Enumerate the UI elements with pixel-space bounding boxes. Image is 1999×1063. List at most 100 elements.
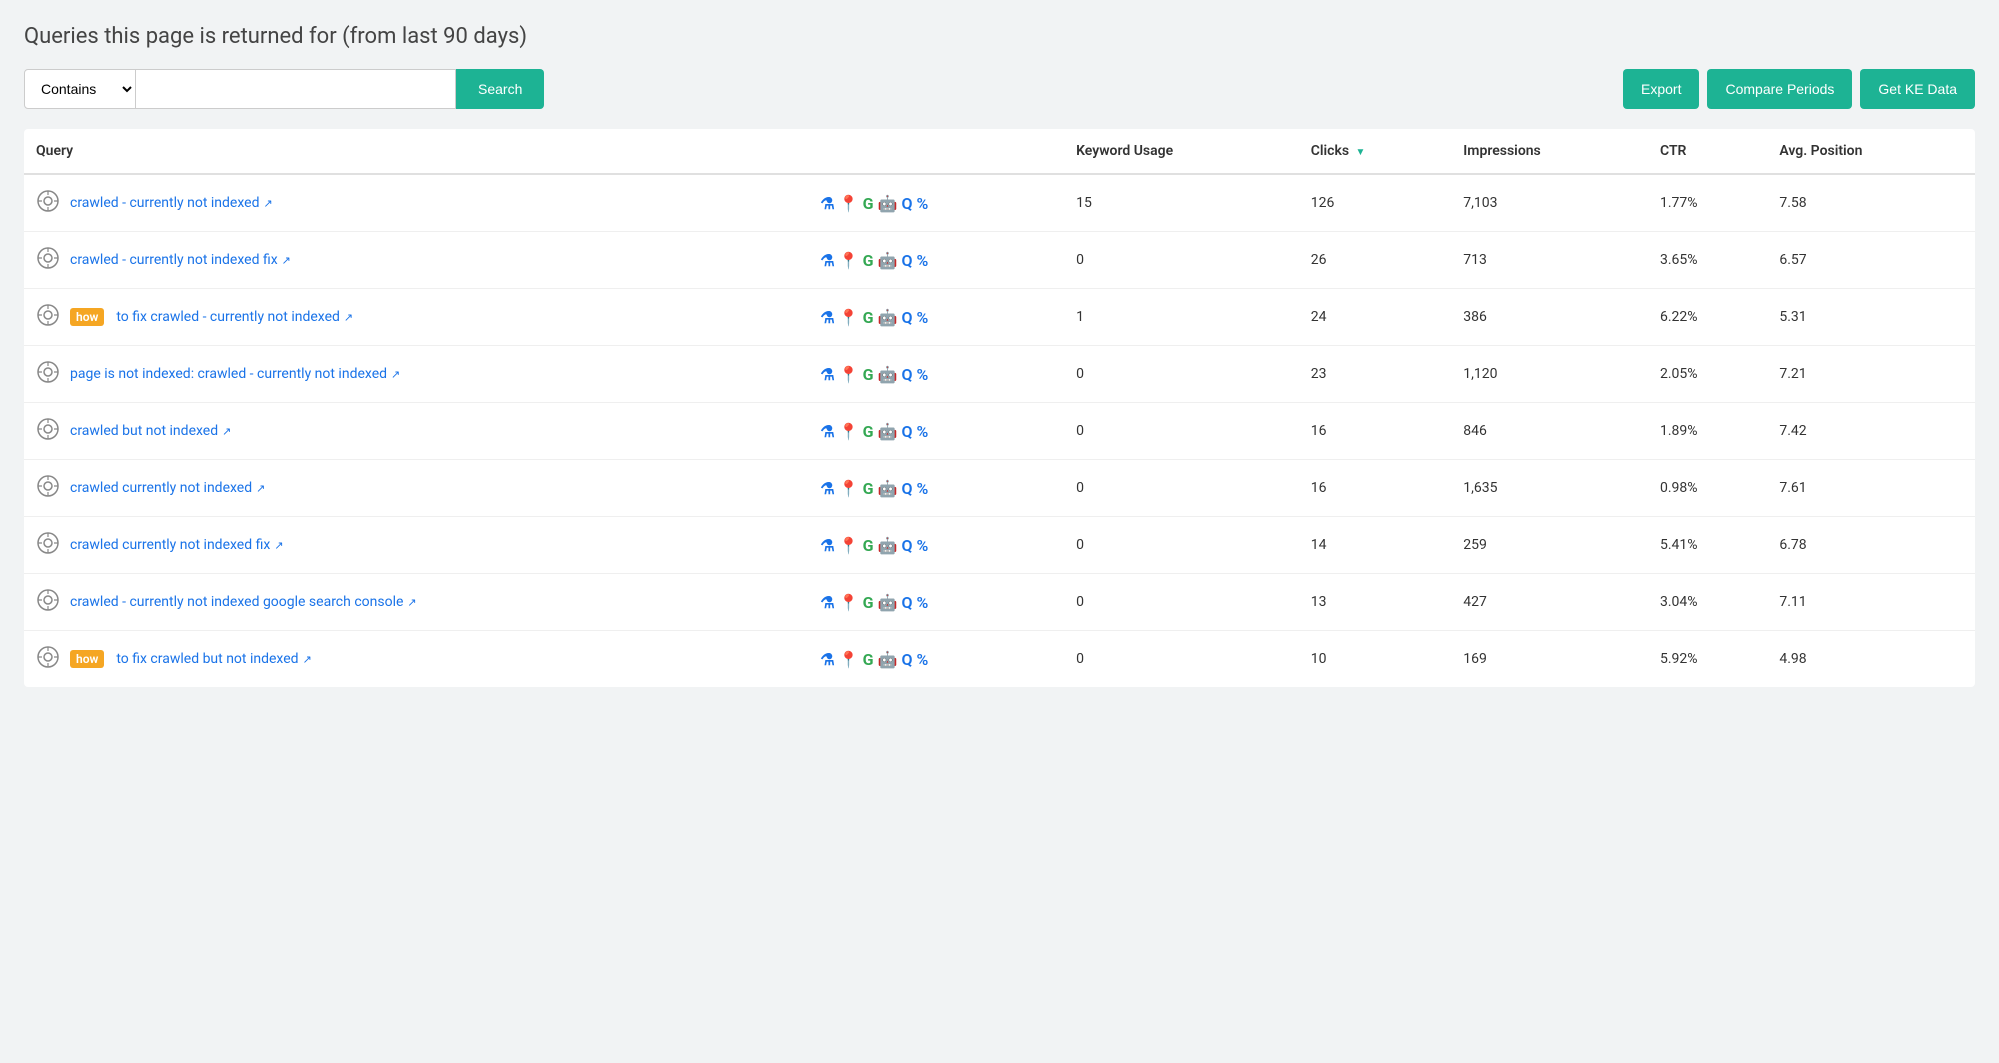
impressions-cell: 259 [1451, 517, 1648, 574]
query-cell: crawled but not indexed↗ [24, 403, 808, 460]
icon-chat[interactable]: 🤖 [878, 308, 898, 327]
results-table-wrap: Query Keyword Usage Clicks ▼ Impressions… [24, 129, 1975, 687]
query-link[interactable]: crawled currently not indexed fix↗ [70, 537, 284, 553]
export-button[interactable]: Export [1623, 69, 1699, 109]
icon-percent[interactable]: % [916, 536, 928, 555]
icon-search-q[interactable]: Q [901, 536, 912, 555]
filter-select[interactable]: Contains Starts with Exact [24, 69, 136, 109]
icon-chat[interactable]: 🤖 [878, 365, 898, 384]
table-row: crawled - currently not indexed↗ ⚗ 📍 G 🤖… [24, 174, 1975, 232]
query-link[interactable]: crawled - currently not indexed↗ [70, 195, 273, 211]
icon-google[interactable]: G [863, 422, 874, 441]
keyword-icons-cell: ⚗ 📍 G 🤖 Q % [808, 289, 1064, 346]
external-link-icon: ↗ [222, 425, 231, 438]
icon-location[interactable]: 📍 [839, 593, 859, 612]
query-link[interactable]: to fix crawled - currently not indexed↗ [116, 309, 353, 325]
icon-percent[interactable]: % [916, 422, 928, 441]
icon-location[interactable]: 📍 [839, 251, 859, 270]
icon-beaker[interactable]: ⚗ [820, 593, 834, 612]
icon-beaker[interactable]: ⚗ [820, 479, 834, 498]
query-cell: crawled - currently not indexed fix↗ [24, 232, 808, 289]
icon-chat[interactable]: 🤖 [878, 536, 898, 555]
icon-search-q[interactable]: Q [901, 593, 912, 612]
icon-google[interactable]: G [863, 536, 874, 555]
ai-icon [36, 588, 60, 616]
query-link[interactable]: crawled but not indexed↗ [70, 423, 231, 439]
icon-search-q[interactable]: Q [901, 194, 912, 213]
query-link[interactable]: page is not indexed: crawled - currently… [70, 366, 400, 382]
impressions-cell: 386 [1451, 289, 1648, 346]
col-impressions: Impressions [1451, 129, 1648, 174]
external-link-icon: ↗ [407, 596, 416, 609]
query-tag: how [70, 308, 104, 326]
icon-search-q[interactable]: Q [901, 251, 912, 270]
icon-google[interactable]: G [863, 251, 874, 270]
icon-location[interactable]: 📍 [839, 536, 859, 555]
icon-percent[interactable]: % [916, 308, 928, 327]
icon-beaker[interactable]: ⚗ [820, 650, 834, 669]
icon-chat[interactable]: 🤖 [878, 251, 898, 270]
get-ke-data-button[interactable]: Get KE Data [1860, 69, 1975, 109]
icon-chat[interactable]: 🤖 [878, 593, 898, 612]
keyword-usage-cell: 0 [1064, 631, 1299, 688]
avg-position-cell: 7.11 [1767, 574, 1975, 631]
icon-google[interactable]: G [863, 593, 874, 612]
col-clicks[interactable]: Clicks ▼ [1299, 129, 1452, 174]
table-row: page is not indexed: crawled - currently… [24, 346, 1975, 403]
icon-location[interactable]: 📍 [839, 365, 859, 384]
query-cell: howto fix crawled but not indexed↗ [24, 631, 808, 688]
icon-beaker[interactable]: ⚗ [820, 365, 834, 384]
clicks-cell: 16 [1299, 460, 1452, 517]
icon-google[interactable]: G [863, 308, 874, 327]
icon-search-q[interactable]: Q [901, 308, 912, 327]
impressions-cell: 846 [1451, 403, 1648, 460]
search-button[interactable]: Search [456, 69, 544, 109]
icon-search-q[interactable]: Q [901, 650, 912, 669]
avg-position-cell: 6.57 [1767, 232, 1975, 289]
table-row: crawled currently not indexed↗ ⚗ 📍 G 🤖 Q… [24, 460, 1975, 517]
icon-chat[interactable]: 🤖 [878, 479, 898, 498]
icon-percent[interactable]: % [916, 365, 928, 384]
icon-location[interactable]: 📍 [839, 479, 859, 498]
ai-icon [36, 531, 60, 559]
icon-google[interactable]: G [863, 365, 874, 384]
search-input[interactable] [136, 69, 456, 109]
icon-location[interactable]: 📍 [839, 422, 859, 441]
icon-beaker[interactable]: ⚗ [820, 251, 834, 270]
icon-percent[interactable]: % [916, 194, 928, 213]
icon-chat[interactable]: 🤖 [878, 194, 898, 213]
icon-percent[interactable]: % [916, 593, 928, 612]
query-link[interactable]: crawled - currently not indexed google s… [70, 594, 417, 610]
icon-search-q[interactable]: Q [901, 479, 912, 498]
icon-google[interactable]: G [863, 194, 874, 213]
icon-google[interactable]: G [863, 650, 874, 669]
icon-search-q[interactable]: Q [901, 365, 912, 384]
icon-location[interactable]: 📍 [839, 194, 859, 213]
clicks-cell: 23 [1299, 346, 1452, 403]
query-link[interactable]: crawled - currently not indexed fix↗ [70, 252, 291, 268]
icon-chat[interactable]: 🤖 [878, 422, 898, 441]
ai-icon [36, 417, 60, 445]
external-link-icon: ↗ [282, 254, 291, 267]
table-row: crawled currently not indexed fix↗ ⚗ 📍 G… [24, 517, 1975, 574]
icon-search-q[interactable]: Q [901, 422, 912, 441]
icon-location[interactable]: 📍 [839, 308, 859, 327]
icon-percent[interactable]: % [916, 479, 928, 498]
query-link[interactable]: to fix crawled but not indexed↗ [116, 651, 311, 667]
icon-google[interactable]: G [863, 479, 874, 498]
table-row: crawled but not indexed↗ ⚗ 📍 G 🤖 Q % 016… [24, 403, 1975, 460]
table-row: crawled - currently not indexed fix↗ ⚗ 📍… [24, 232, 1975, 289]
col-avg-position: Avg. Position [1767, 129, 1975, 174]
keyword-usage-cell: 0 [1064, 517, 1299, 574]
icon-percent[interactable]: % [916, 650, 928, 669]
query-link[interactable]: crawled currently not indexed↗ [70, 480, 265, 496]
icon-location[interactable]: 📍 [839, 650, 859, 669]
icon-beaker[interactable]: ⚗ [820, 308, 834, 327]
icon-beaker[interactable]: ⚗ [820, 536, 834, 555]
icon-chat[interactable]: 🤖 [878, 650, 898, 669]
icon-percent[interactable]: % [916, 251, 928, 270]
compare-periods-button[interactable]: Compare Periods [1707, 69, 1852, 109]
impressions-cell: 427 [1451, 574, 1648, 631]
icon-beaker[interactable]: ⚗ [820, 422, 834, 441]
icon-beaker[interactable]: ⚗ [820, 194, 834, 213]
